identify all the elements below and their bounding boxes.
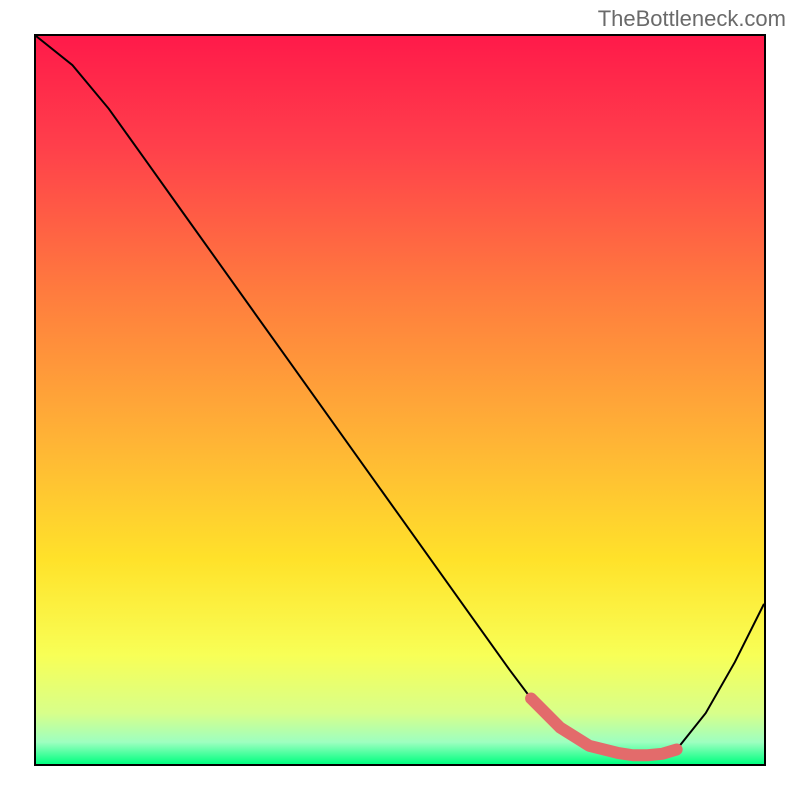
optimal-range-marker (531, 698, 677, 755)
watermark-text: TheBottleneck.com (598, 6, 786, 32)
bottleneck-chart: TheBottleneck.com (0, 0, 800, 800)
plot-area (34, 34, 766, 766)
bottleneck-curve (36, 36, 764, 755)
curve-layer (36, 36, 764, 764)
